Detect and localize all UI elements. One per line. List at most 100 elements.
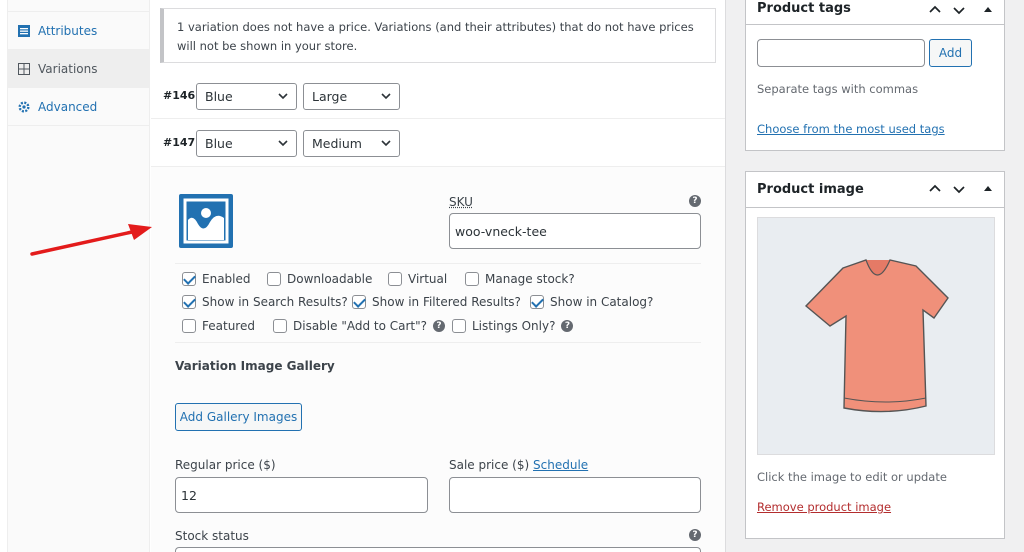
box-title: Product image [757,182,864,197]
select-value: Medium [312,136,362,151]
color-select[interactable]: Blue [196,83,297,110]
box-title: Product tags [757,1,851,16]
checkbox-label: Show in Catalog? [550,295,654,309]
checkbox-label: Show in Search Results? [202,295,348,309]
help-icon[interactable]: ? [561,320,574,332]
chevron-down-icon [278,93,288,100]
tab-label: Attributes [38,23,98,38]
checkbox-box [267,272,281,286]
variation-row[interactable]: #146 Blue Large [151,72,725,119]
regular-price-label: Regular price ($) [175,458,276,472]
product-tags-box: Product tags Add Separate tags with comm… [745,0,1005,151]
featured-checkbox[interactable]: Featured [182,319,255,333]
chevron-up-icon[interactable] [928,182,942,196]
stock-status-label: Stock status [175,529,249,543]
product-data-tabs: Attributes Variations Advanced [7,0,150,552]
checkbox-box [530,295,544,309]
box-header: Product tags [746,0,1004,25]
tab-label: Variations [38,61,98,76]
list-icon [17,24,30,37]
checkbox-box [388,272,402,286]
variation-detail: SKU ? woo-vneck-tee Enabled Downloadable… [151,167,725,552]
checkbox-box [182,295,196,309]
image-hint: Click the image to edit or update [757,470,947,484]
chevron-down-icon[interactable] [952,182,966,196]
help-icon[interactable]: ? [433,320,446,332]
chevron-down-icon [278,140,288,147]
enabled-checkbox[interactable]: Enabled [182,272,251,286]
checkbox-label: Downloadable [287,272,373,286]
product-image-box: Product image Click the image to edit or… [745,171,1005,539]
tag-hint: Separate tags with commas [757,82,919,96]
checkbox-label: Featured [202,319,255,333]
select-value: Large [312,89,348,104]
sale-price-label: Sale price ($) Schedule [449,458,588,472]
size-select[interactable]: Large [303,83,400,110]
sku-input[interactable]: woo-vneck-tee [449,213,701,249]
tab-advanced[interactable]: Advanced [8,88,149,126]
add-tag-button[interactable]: Add [929,39,972,67]
downloadable-checkbox[interactable]: Downloadable [267,272,372,286]
disable-cart-checkbox[interactable]: Disable "Add to Cart"? ? [273,319,446,333]
gear-icon [17,100,30,113]
image-placeholder-icon [183,198,229,244]
stock-status-select[interactable] [175,547,701,552]
sale-price-text: Sale price ($) [449,458,530,472]
listings-only-checkbox[interactable]: Listings Only? ? [452,319,574,333]
regular-price-input[interactable]: 12 [175,477,428,513]
color-select[interactable]: Blue [196,130,297,157]
chevron-up-icon[interactable] [928,3,942,17]
product-image[interactable] [757,217,995,455]
variation-id: #146 [163,89,196,102]
chevron-down-icon[interactable] [952,3,966,17]
checkbox-label: Manage stock? [485,272,575,286]
schedule-link[interactable]: Schedule [533,458,588,472]
collapse-toggle-icon[interactable] [982,3,994,17]
checkbox-box [182,319,196,333]
show-search-checkbox[interactable]: Show in Search Results? [182,295,348,309]
select-value: Blue [205,89,233,104]
help-icon[interactable]: ? [689,195,701,207]
help-icon[interactable]: ? [689,529,701,541]
tab-variations[interactable]: Variations [8,50,149,88]
remove-image-link[interactable]: Remove product image [757,500,891,514]
checkbox-box [352,295,366,309]
variations-content: 1 variation does not have a price. Varia… [151,0,725,552]
sku-label: SKU [449,195,473,209]
show-catalog-checkbox[interactable]: Show in Catalog? [530,295,653,309]
gallery-heading: Variation Image Gallery [175,359,335,373]
tshirt-image [804,259,949,413]
variation-row[interactable]: #147 Blue Medium [151,120,725,167]
price-notice: 1 variation does not have a price. Varia… [160,8,716,63]
divider [175,263,701,264]
annotation-arrow-icon [30,224,152,256]
choose-tags-link[interactable]: Choose from the most used tags [757,122,945,136]
box-header: Product image [746,172,1004,208]
size-select[interactable]: Medium [303,130,400,157]
manage-stock-checkbox[interactable]: Manage stock? [465,272,575,286]
tab-attributes[interactable]: Attributes [8,12,149,50]
select-value: Blue [205,136,233,151]
collapse-toggle-icon[interactable] [982,182,994,196]
chevron-down-icon [381,93,391,100]
tag-input[interactable] [757,39,925,67]
sale-price-input[interactable] [449,477,701,513]
checkbox-box [182,272,196,286]
variation-id: #147 [163,136,196,149]
checkbox-label: Disable "Add to Cart"? [293,319,428,333]
product-data-panel: Attributes Variations Advanced 1 variati… [0,0,726,552]
tab-label: Advanced [38,99,98,114]
variation-image-button[interactable] [179,194,233,248]
tab-divider [8,0,149,12]
checkbox-label: Show in Filtered Results? [372,295,521,309]
checkbox-box [452,319,466,333]
add-gallery-images-button[interactable]: Add Gallery Images [175,403,302,431]
virtual-checkbox[interactable]: Virtual [388,272,447,286]
checkbox-box [465,272,479,286]
checkbox-label: Enabled [202,272,251,286]
divider [175,342,701,343]
show-filtered-checkbox[interactable]: Show in Filtered Results? [352,295,521,309]
grid-icon [17,62,30,75]
checkbox-box [273,319,287,333]
checkbox-label: Listings Only? [472,319,556,333]
